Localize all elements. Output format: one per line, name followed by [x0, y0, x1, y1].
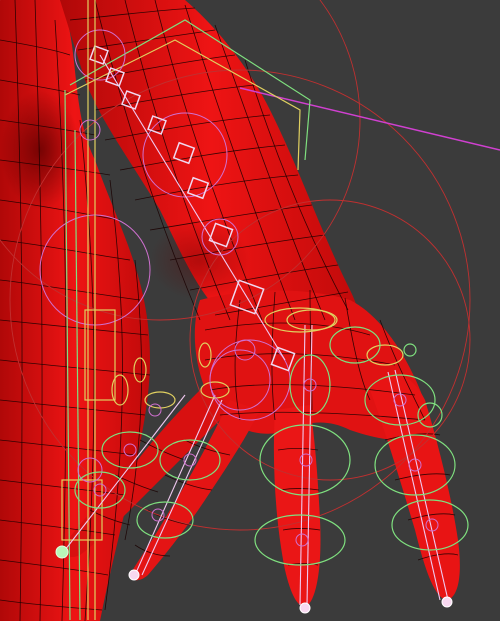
fingertip-effector[interactable]	[299, 602, 311, 614]
fingertip-effector[interactable]	[128, 569, 140, 581]
fingertip-effector[interactable]	[441, 596, 453, 608]
fingertip-effector[interactable]	[55, 545, 69, 559]
3d-viewport[interactable]	[0, 0, 500, 621]
viewport-canvas[interactable]	[0, 0, 500, 621]
